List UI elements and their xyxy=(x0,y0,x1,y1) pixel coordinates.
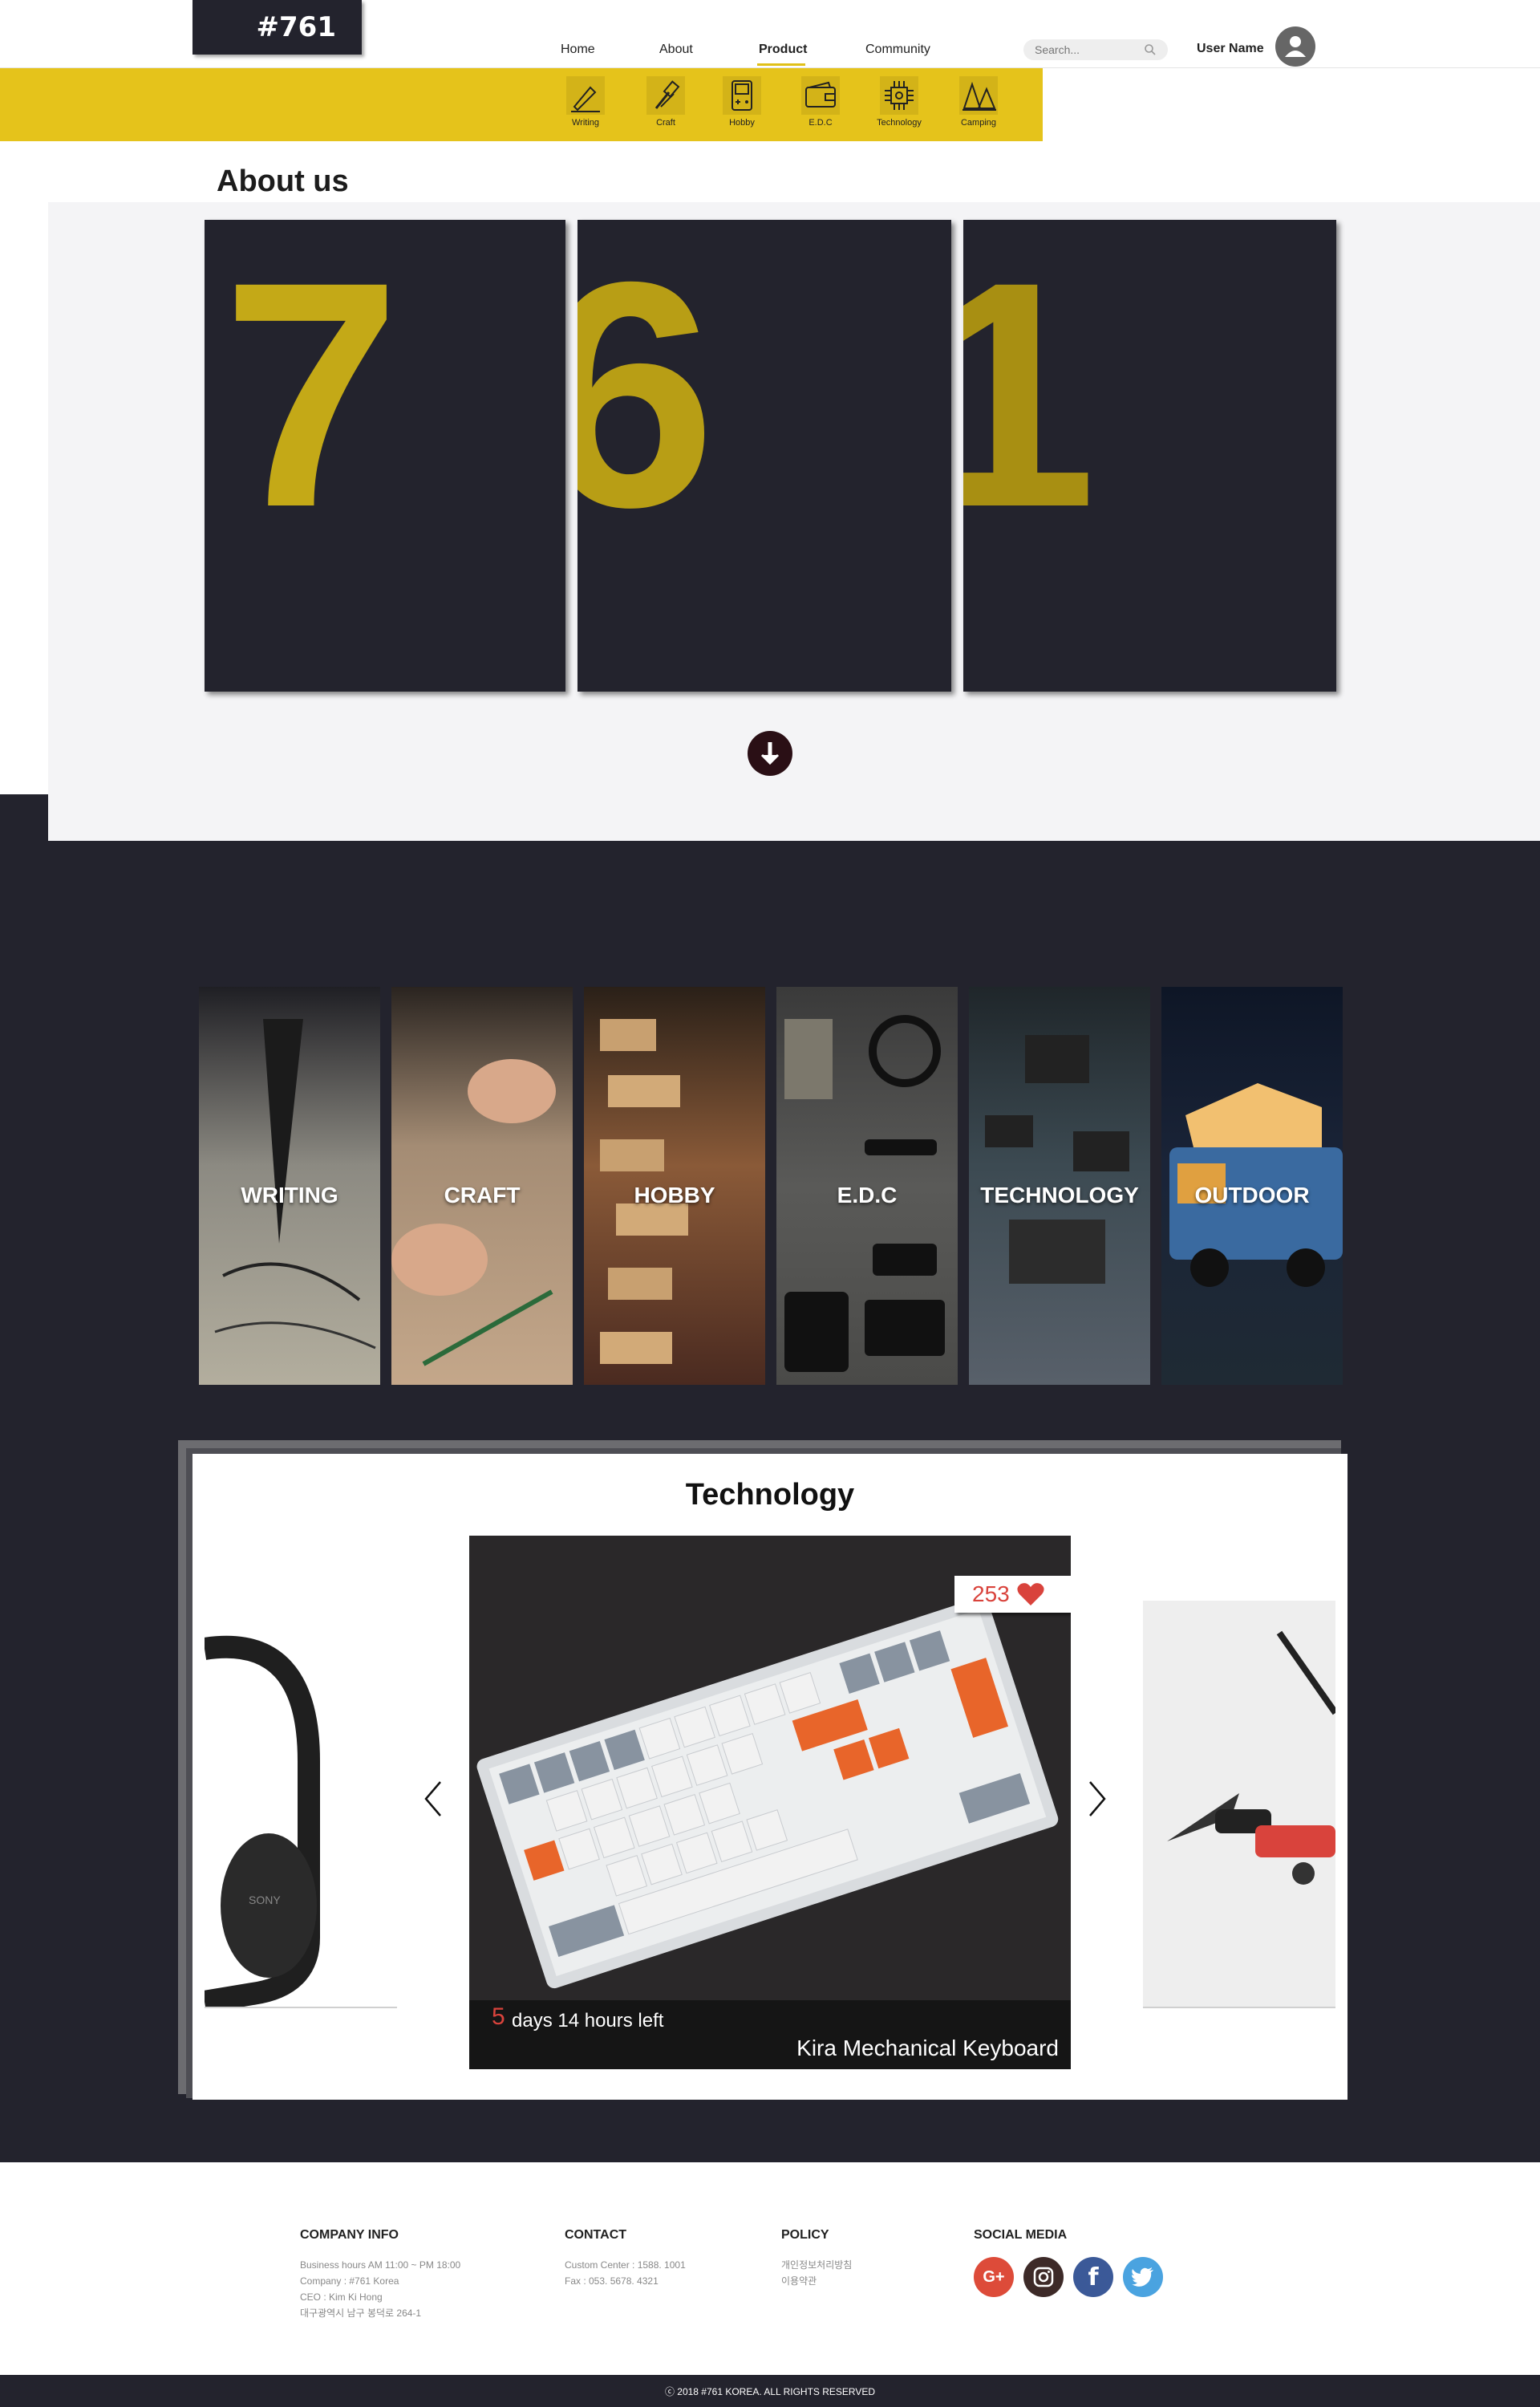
category-craft[interactable]: Craft xyxy=(634,76,698,128)
days-left-count: 5 xyxy=(492,2003,505,2030)
category-camping[interactable]: Camping xyxy=(946,76,1011,128)
nav-about[interactable]: About xyxy=(659,43,693,57)
product-card-footer: 5 days 14 hours left Kira Mechanical Key… xyxy=(469,2000,1071,2069)
tech-carousel: Technology SONY 253 5 days 14 hours left… xyxy=(192,1454,1348,2100)
footer-line: Business hours AM 11:00 ~ PM 18:00 xyxy=(300,2259,461,2271)
strip-label: TECHNOLOGY xyxy=(980,1183,1139,1208)
category-label: Camping xyxy=(960,118,997,128)
strip-label: CRAFT xyxy=(444,1183,521,1208)
strip-label: OUTDOOR xyxy=(1194,1183,1310,1208)
strip-hobby[interactable]: HOBBY xyxy=(584,987,765,1385)
category-label: E.D.C xyxy=(808,118,833,128)
brushes-icon xyxy=(646,76,685,115)
footer-company-info: COMPANY INFO Business hours AM 11:00 ~ P… xyxy=(300,2228,460,2321)
nav-community[interactable]: Community xyxy=(865,43,930,57)
site-logo[interactable]: #761 xyxy=(192,0,362,55)
facebook-icon[interactable]: f xyxy=(1073,2257,1113,2297)
strip-craft[interactable]: CRAFT xyxy=(391,987,573,1385)
user-name[interactable]: User Name xyxy=(1197,42,1264,56)
arrow-down-icon xyxy=(760,742,780,765)
about-panel-1: 7 xyxy=(205,220,565,692)
about-digit-7: 7 xyxy=(222,220,401,574)
nav-product[interactable]: Product xyxy=(759,43,807,57)
footer-heading: SOCIAL MEDIA xyxy=(974,2228,1068,2242)
category-label: Writing xyxy=(571,118,600,128)
google-plus-icon[interactable]: G+ xyxy=(974,2257,1014,2297)
strip-technology[interactable]: TECHNOLOGY xyxy=(969,987,1150,1385)
category-label: Craft xyxy=(656,118,675,128)
carousel-next-button[interactable] xyxy=(1085,1779,1109,1819)
user-icon xyxy=(1285,36,1306,57)
about-panel-2: 6 xyxy=(578,220,951,692)
strip-label: HOBBY xyxy=(634,1183,715,1208)
logo-text: #761 xyxy=(256,11,336,43)
main-product-card[interactable]: 253 5 days 14 hours left Kira Mechanical… xyxy=(469,1536,1071,2069)
category-technology[interactable]: Technology xyxy=(867,76,931,128)
footer-policy: POLICY 개인정보처리방침 이용약관 xyxy=(781,2228,852,2289)
game-console-icon xyxy=(723,76,761,115)
category-bar: Writing Craft Hobby E.D.C Technology Cam… xyxy=(0,68,1043,141)
twitter-icon[interactable] xyxy=(1123,2257,1163,2297)
about-title: About us xyxy=(217,164,349,198)
headphones-image: SONY xyxy=(205,1635,320,2007)
chevron-left-icon xyxy=(424,1781,441,1816)
privacy-policy-link[interactable]: 개인정보처리방침 xyxy=(781,2257,852,2273)
copyright-text: ⓒ 2018 #761 KOREA. ALL RIGHTS RESERVED xyxy=(664,2385,876,2397)
tech-title: Technology xyxy=(685,1478,855,1512)
carousel-prev-button[interactable] xyxy=(421,1779,445,1819)
footer-line: CEO : Kim Ki Hong xyxy=(300,2291,383,2303)
search-icon[interactable] xyxy=(1144,43,1157,56)
time-left-text: days 14 hours left xyxy=(512,2010,664,2032)
strip-label: E.D.C xyxy=(837,1183,898,1208)
footer-line: Fax : 053. 5678. 4321 xyxy=(565,2275,659,2287)
footer-line: Company : #761 Korea xyxy=(300,2275,399,2287)
category-edc[interactable]: E.D.C xyxy=(788,76,853,128)
likes-count: 253 xyxy=(972,1581,1010,1606)
footer-line: Custom Center : 1588. 1001 xyxy=(565,2259,686,2271)
search-input[interactable] xyxy=(1035,43,1131,56)
category-hobby[interactable]: Hobby xyxy=(710,76,774,128)
chevron-right-icon xyxy=(1089,1781,1106,1816)
strip-edc[interactable]: E.D.C xyxy=(776,987,958,1385)
category-writing[interactable]: Writing xyxy=(553,76,618,128)
category-label: Technology xyxy=(877,118,922,128)
product-name: Kira Mechanical Keyboard xyxy=(796,2036,1059,2060)
footer-line: 대구광역시 남구 봉덕로 264-1 xyxy=(300,2308,422,2319)
category-label: Hobby xyxy=(729,118,755,128)
nav-active-indicator xyxy=(757,63,805,66)
copyright-bar: ⓒ 2018 #761 KOREA. ALL RIGHTS RESERVED xyxy=(0,2375,1540,2407)
chip-icon xyxy=(880,76,918,115)
footer-heading: COMPANY INFO xyxy=(300,2228,399,2242)
scroll-down-button[interactable] xyxy=(748,731,792,776)
avatar[interactable] xyxy=(1275,26,1315,67)
wallet-icon xyxy=(801,76,840,115)
drone-image xyxy=(1167,1630,1335,1885)
side-card-brand: SONY xyxy=(249,1894,281,1906)
side-card-right[interactable] xyxy=(1143,1601,1335,2007)
search-box[interactable] xyxy=(1023,39,1168,60)
instagram-icon[interactable] xyxy=(1023,2257,1064,2297)
footer-social: SOCIAL MEDIA G+ f xyxy=(974,2228,1163,2297)
strip-outdoor[interactable]: OUTDOOR xyxy=(1161,987,1343,1385)
likes-badge[interactable]: 253 xyxy=(954,1576,1071,1613)
footer-heading: CONTACT xyxy=(565,2228,627,2242)
terms-link[interactable]: 이용약관 xyxy=(781,2273,852,2289)
tent-icon xyxy=(959,76,998,115)
footer: COMPANY INFO Business hours AM 11:00 ~ P… xyxy=(0,2162,1540,2375)
about-panel-3: 1 xyxy=(963,220,1336,692)
heart-icon xyxy=(1017,1583,1044,1605)
about-digit-6: 6 xyxy=(578,220,716,574)
about-digit-1: 1 xyxy=(963,220,1097,574)
footer-contact: CONTACT Custom Center : 1588. 1001 Fax :… xyxy=(565,2228,686,2289)
nav-home[interactable]: Home xyxy=(561,43,595,57)
side-card-left[interactable]: SONY xyxy=(205,1601,397,2007)
footer-heading: POLICY xyxy=(781,2228,829,2242)
strip-label: WRITING xyxy=(241,1183,338,1208)
pen-nib-icon xyxy=(566,76,605,115)
strip-writing[interactable]: WRITING xyxy=(199,987,380,1385)
